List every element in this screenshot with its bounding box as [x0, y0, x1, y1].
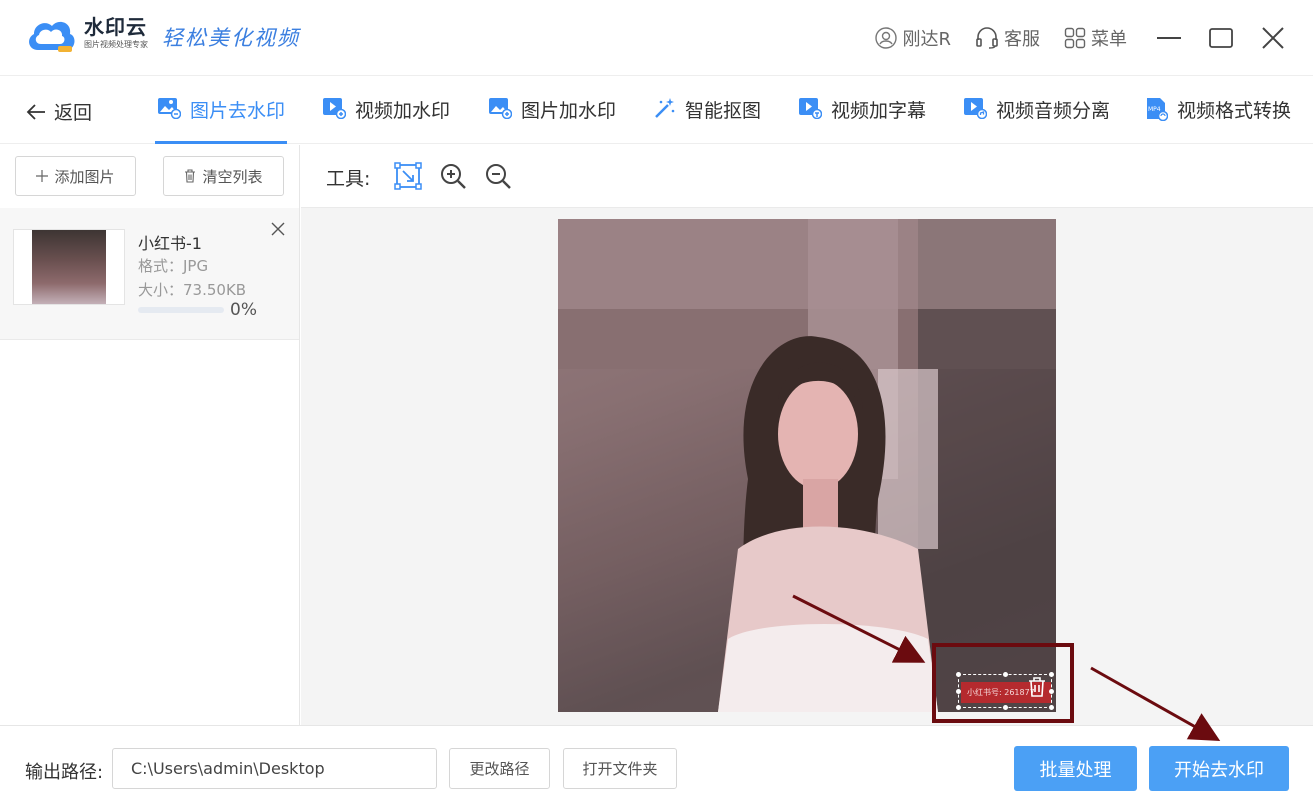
tools-label: 工具: — [326, 168, 371, 190]
back-label: 返回 — [54, 102, 93, 124]
open-folder-button[interactable]: 打开文件夹 — [563, 748, 677, 789]
trash-icon — [185, 169, 196, 183]
menu-label: 菜单 — [1091, 29, 1127, 50]
progress-text: 0% — [230, 300, 257, 320]
user-icon — [875, 27, 898, 49]
select-region-icon[interactable] — [394, 162, 422, 190]
customer-service[interactable]: 客服 — [975, 25, 1040, 51]
maximize-icon — [1209, 28, 1233, 48]
tab-label: 图片加水印 — [521, 100, 617, 122]
title-bar: 水印云 图片视频处理专家 轻松美化视频 刚达R 客服 菜单 — [0, 0, 1313, 76]
clear-list-label: 清空列表 — [202, 167, 263, 186]
tab-label: 图片去水印 — [190, 100, 286, 122]
close-icon — [1262, 27, 1284, 49]
file-list-panel: 添加图片 清空列表 小红书-1 格式：JPG 大小：73.50KB 0% — [0, 145, 300, 725]
tab-label: 视频格式转换 — [1177, 100, 1292, 122]
add-image-label: 添加图片 — [54, 167, 115, 186]
preview-toolbar: 工具: — [301, 145, 1313, 208]
minimize-icon — [1157, 37, 1181, 39]
menu[interactable]: 菜单 — [1064, 25, 1127, 51]
image-add-icon — [489, 98, 512, 119]
tab-video-format-convert[interactable]: MP4 视频格式转换 — [1146, 96, 1291, 144]
remove-file-icon[interactable] — [270, 221, 286, 237]
start-remove-watermark-button[interactable]: 开始去水印 — [1149, 746, 1289, 791]
file-size: 大小：73.50KB — [138, 281, 247, 299]
slogan: 轻松美化视频 — [162, 26, 300, 50]
maximize-button[interactable] — [1203, 22, 1239, 54]
cloud-logo-icon — [29, 21, 75, 52]
file-thumbnail — [13, 229, 125, 305]
back-button[interactable]: 返回 — [26, 98, 92, 125]
video-audio-icon — [964, 98, 987, 119]
add-image-button[interactable]: 添加图片 — [15, 156, 136, 196]
tab-label: 智能抠图 — [685, 100, 762, 122]
video-add-icon — [323, 98, 346, 119]
minimize-button[interactable] — [1151, 22, 1187, 54]
grid-menu-icon — [1064, 27, 1086, 49]
tab-video-subtitle[interactable]: 视频加字幕 — [798, 96, 926, 144]
image-preview-area: 小红书号: 261877 — [301, 208, 1313, 725]
image-remove-icon — [158, 98, 181, 119]
photo-scene — [558, 219, 1056, 712]
tab-label: 视频音频分离 — [996, 100, 1111, 122]
progress-bar — [138, 307, 224, 313]
output-path-field[interactable]: C:\Users\admin\Desktop — [112, 748, 437, 789]
tab-video-add-watermark[interactable]: 视频加水印 — [322, 96, 450, 144]
arrow-left-icon — [26, 103, 45, 120]
plus-icon — [36, 170, 49, 182]
video-subtitle-icon — [799, 98, 822, 119]
batch-process-button[interactable]: 批量处理 — [1014, 746, 1137, 791]
tab-label: 视频加水印 — [355, 100, 451, 122]
magic-wand-icon — [655, 98, 675, 118]
zoom-out-icon[interactable] — [484, 162, 512, 190]
app-name: 水印云 — [84, 15, 147, 39]
app-subtitle: 图片视频处理专家 — [84, 40, 148, 49]
tab-video-audio-split[interactable]: 视频音频分离 — [963, 96, 1110, 144]
svg-text:MP4: MP4 — [1148, 106, 1161, 113]
service-label: 客服 — [1004, 29, 1040, 50]
file-list-item[interactable]: 小红书-1 格式：JPG 大小：73.50KB — [0, 208, 299, 340]
footer-bar: 输出路径: C:\Users\admin\Desktop 更改路径 打开文件夹 … — [0, 725, 1313, 809]
user-account[interactable]: 刚达R — [875, 25, 951, 51]
clear-list-button[interactable]: 清空列表 — [163, 156, 284, 196]
function-nav: 返回 图片去水印 视频加水印 图片加水印 智能抠图 视频加字幕 视频音频分离 M… — [0, 76, 1313, 144]
tab-image-remove-watermark[interactable]: 图片去水印 — [154, 96, 288, 144]
app-window: 水印云 图片视频处理专家 轻松美化视频 刚达R 客服 菜单 返回 图片去水印 视… — [0, 0, 1313, 809]
headset-icon — [976, 27, 998, 49]
annotation-highlight-box — [932, 643, 1074, 723]
thumbnail-image — [32, 230, 106, 304]
output-path-label: 输出路径: — [25, 762, 104, 783]
user-name: 刚达R — [902, 29, 951, 50]
zoom-in-icon[interactable] — [439, 162, 467, 190]
mp4-convert-icon: MP4 — [1147, 98, 1168, 121]
tab-smart-cutout[interactable]: 智能抠图 — [654, 96, 761, 144]
file-format: 格式：JPG — [138, 257, 209, 275]
close-button[interactable] — [1255, 22, 1291, 54]
preview-image — [558, 219, 1056, 712]
window-actions: 刚达R 客服 菜单 — [875, 22, 1313, 54]
tab-label: 视频加字幕 — [831, 100, 927, 122]
change-path-button[interactable]: 更改路径 — [449, 748, 550, 789]
tab-image-add-watermark[interactable]: 图片加水印 — [488, 96, 616, 144]
brand: 水印云 图片视频处理专家 — [84, 16, 148, 51]
file-name: 小红书-1 — [138, 234, 202, 253]
